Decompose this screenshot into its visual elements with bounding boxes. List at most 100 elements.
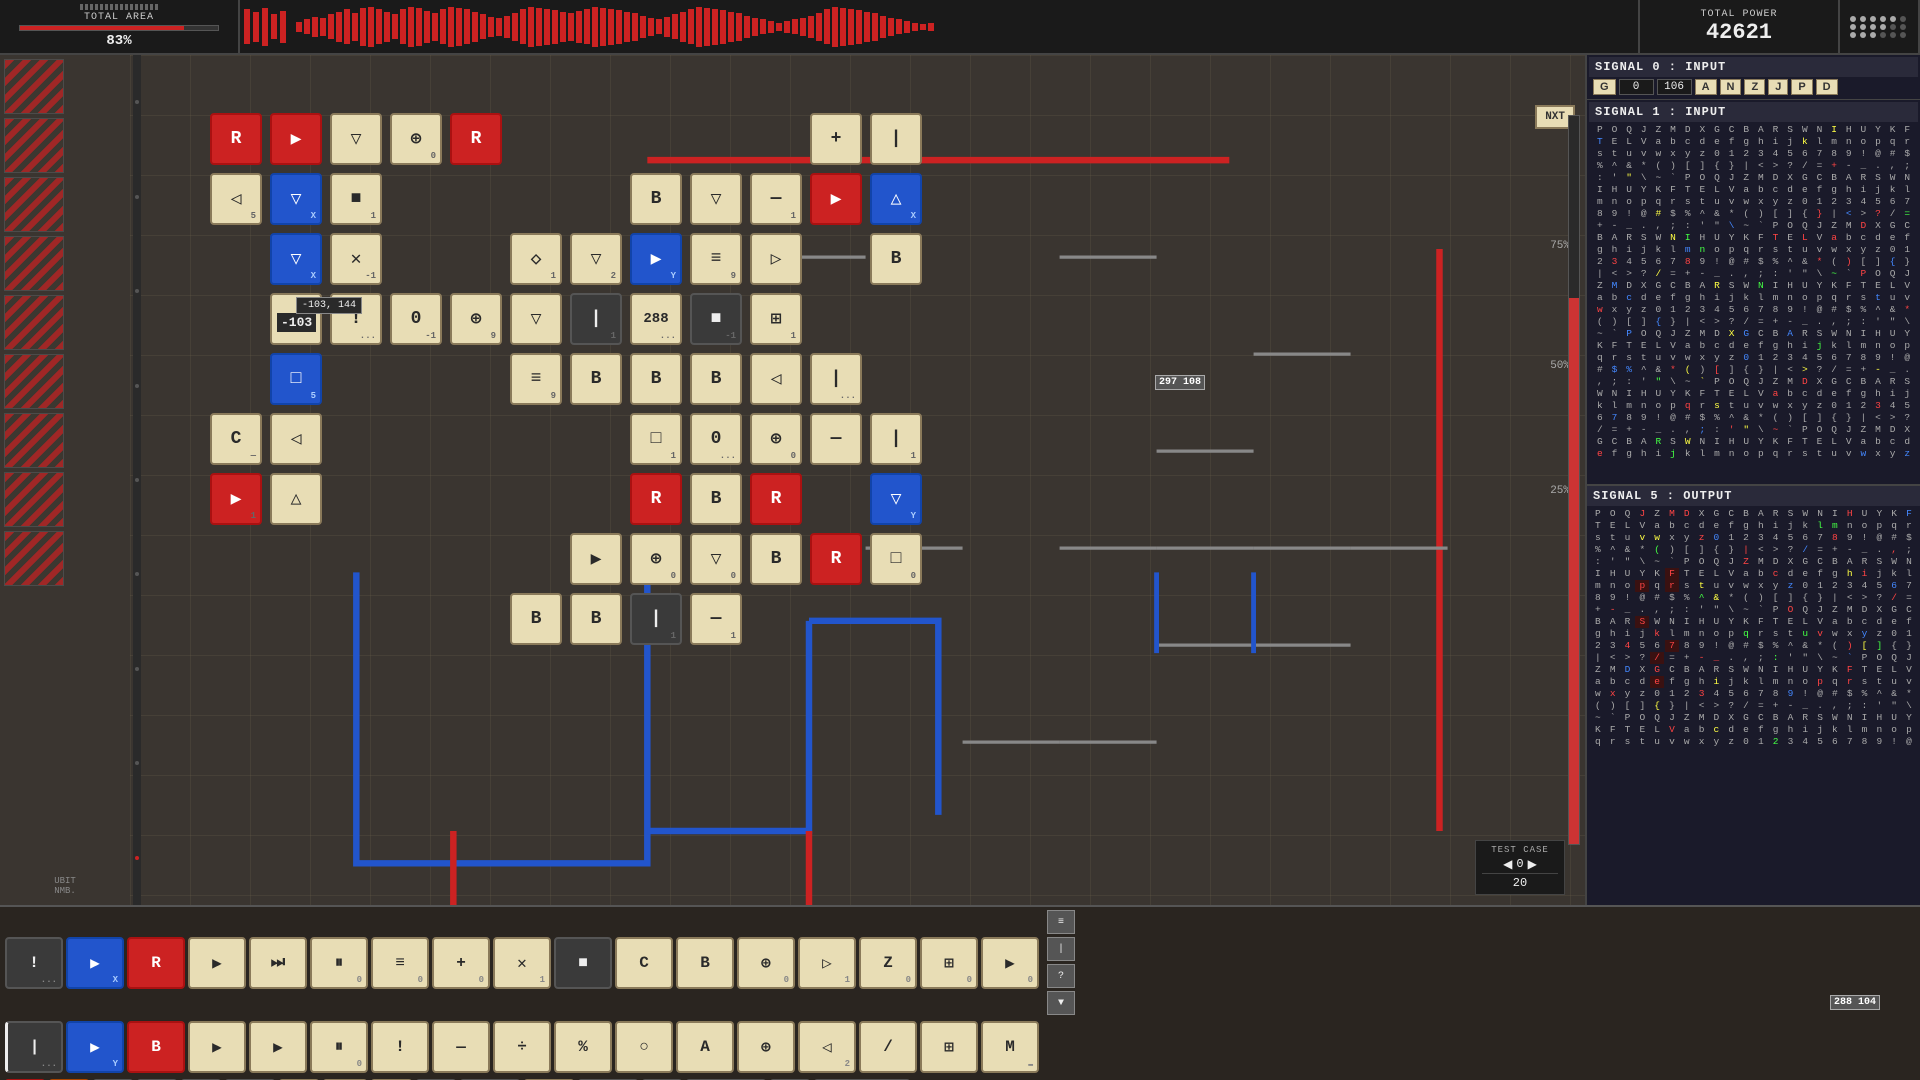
vert-slider[interactable] — [1568, 115, 1580, 845]
side-icon-2[interactable]: | — [1047, 937, 1075, 961]
comp-c-1[interactable]: C— — [210, 413, 262, 465]
comp-r-1[interactable]: R — [210, 113, 262, 165]
comp-diamond-1[interactable]: ◇1 — [510, 233, 562, 285]
comp-288[interactable]: 288... — [630, 293, 682, 345]
tool-play-blue-y[interactable]: ▶Y — [66, 1021, 124, 1073]
tool-div-1[interactable]: ÷ — [493, 1021, 551, 1073]
side-icon-3[interactable]: ? — [1047, 964, 1075, 988]
comp-play-red-1[interactable]: ▶ — [270, 113, 322, 165]
tool-pct-1[interactable]: % — [554, 1021, 612, 1073]
tool-square-dark[interactable]: ■ — [554, 937, 612, 989]
sig0-val1[interactable]: 0 — [1619, 79, 1654, 95]
tool-b-red[interactable]: B — [127, 1021, 185, 1073]
tool-play-3[interactable]: ▶ — [249, 1021, 307, 1073]
comp-bar-2[interactable]: |... — [810, 353, 862, 405]
sig0-p-btn[interactable]: P — [1791, 79, 1812, 95]
comp-b-7[interactable]: B — [750, 533, 802, 585]
comp-down-5[interactable]: ▽0 — [690, 533, 742, 585]
tool-circle-1[interactable]: ○ — [615, 1021, 673, 1073]
comp-plus-1[interactable]: ⊕0 — [390, 113, 442, 165]
comp-lines-1[interactable]: ≡9 — [510, 353, 562, 405]
tool-bar-dots[interactable]: |... — [5, 1021, 63, 1073]
tool-left-tri-1[interactable]: ◁2 — [798, 1021, 856, 1073]
comp-play-red-2[interactable]: ▶ — [810, 173, 862, 225]
comp-r-2[interactable]: R — [450, 113, 502, 165]
sig0-n-btn[interactable]: N — [1720, 79, 1742, 95]
comp-down-blue-1[interactable]: ▽X — [270, 173, 322, 225]
comp-minus-3[interactable]: —1 — [690, 593, 742, 645]
comp-grid-1[interactable]: ⊞1 — [750, 293, 802, 345]
tool-play-r-1[interactable]: ▶0 — [981, 937, 1039, 989]
comp-b-2[interactable]: B — [870, 233, 922, 285]
comp-r-5[interactable]: R — [810, 533, 862, 585]
comp-up-blue-1[interactable]: △X — [870, 173, 922, 225]
comp-up-1[interactable]: △ — [270, 473, 322, 525]
comp-down-blue-3[interactable]: ▽Y — [870, 473, 922, 525]
comp-down-2[interactable]: ▽ — [690, 173, 742, 225]
comp-b-8[interactable]: B — [510, 593, 562, 645]
comp-down-4[interactable]: ▽ — [510, 293, 562, 345]
comp-bar-dark-1[interactable]: |1 — [570, 293, 622, 345]
tool-excl-2[interactable]: ! — [371, 1021, 429, 1073]
comp-down-blue-2[interactable]: ▽X — [270, 233, 322, 285]
comp-arrow-left-1[interactable]: ◁5 — [210, 173, 262, 225]
tc-prev-btn[interactable]: ◀ — [1503, 857, 1512, 871]
tool-ff-1[interactable]: ⏭ — [249, 937, 307, 989]
comp-left-arr-1[interactable]: ◁ — [750, 353, 802, 405]
tool-plus-circ-1[interactable]: ⊕0 — [737, 937, 795, 989]
comp-r-3[interactable]: R — [630, 473, 682, 525]
comp-b-1[interactable]: B — [630, 173, 682, 225]
tool-grid-1[interactable]: ⊞0 — [920, 937, 978, 989]
comp-play-blue-1[interactable]: ▶Y — [630, 233, 682, 285]
comp-b-5[interactable]: B — [690, 353, 742, 405]
comp-square-blue-1[interactable]: □5 — [270, 353, 322, 405]
comp-plus-2[interactable]: + — [810, 113, 862, 165]
tool-plus-circ-2[interactable]: ⊕ — [737, 1021, 795, 1073]
comp-square-1[interactable]: ■1 — [330, 173, 382, 225]
tool-play-2[interactable]: ▶ — [188, 1021, 246, 1073]
comp-plus-circ-3[interactable]: ⊕0 — [630, 533, 682, 585]
tool-grid-2[interactable]: ⊞ — [920, 1021, 978, 1073]
tool-play-blue-x[interactable]: ▶X — [66, 937, 124, 989]
sig0-d-btn[interactable]: D — [1816, 79, 1838, 95]
tool-play-1[interactable]: ▶ — [188, 937, 246, 989]
sig0-val2[interactable]: 106 — [1657, 79, 1692, 95]
comp-play-8[interactable]: ▶ — [570, 533, 622, 585]
tool-z-1[interactable]: Z0 — [859, 937, 917, 989]
tool-excl-dots[interactable]: !... — [5, 937, 63, 989]
sig0-z-btn[interactable]: Z — [1744, 79, 1765, 95]
tool-lines-1[interactable]: ≡0 — [371, 937, 429, 989]
tool-r-1[interactable]: R — [127, 937, 185, 989]
comp-minus-2[interactable]: — — [810, 413, 862, 465]
tool-x-1[interactable]: ✕1 — [493, 937, 551, 989]
comp-right-arrow-1[interactable]: ▷ — [750, 233, 802, 285]
comp-x-1[interactable]: ✕-1 — [330, 233, 382, 285]
circuit-panel[interactable]: UBITNMB. — [0, 55, 1585, 905]
tool-c-1[interactable]: C — [615, 937, 673, 989]
comp-zero-2[interactable]: 0... — [690, 413, 742, 465]
comp-minus-1[interactable]: —1 — [750, 173, 802, 225]
comp-plus-circ-2[interactable]: ⊕0 — [750, 413, 802, 465]
tool-plus-1[interactable]: +0 — [432, 937, 490, 989]
tool-minus-1[interactable]: — — [432, 1021, 490, 1073]
sig0-a-btn[interactable]: A — [1695, 79, 1717, 95]
comp-b-6[interactable]: B — [690, 473, 742, 525]
comp-down-1[interactable]: ▽ — [330, 113, 382, 165]
comp-zero-1[interactable]: 0-1 — [390, 293, 442, 345]
comp-eq-1[interactable]: ≡9 — [690, 233, 742, 285]
tool-right-tri-1[interactable]: ▷1 — [798, 937, 856, 989]
tc-next-btn[interactable]: ▶ — [1528, 857, 1537, 871]
tool-pause-2[interactable]: ⏸0 — [310, 1021, 368, 1073]
comp-r-4[interactable]: R — [750, 473, 802, 525]
tool-a-1[interactable]: A — [676, 1021, 734, 1073]
sig0-j-btn[interactable]: J — [1768, 79, 1788, 95]
comp-bar-1[interactable]: | — [870, 113, 922, 165]
comp-b-3[interactable]: B — [570, 353, 622, 405]
comp-square-dark-1[interactable]: ■-1 — [690, 293, 742, 345]
comp-b-4[interactable]: B — [630, 353, 682, 405]
tool-m-1[interactable]: M▬ — [981, 1021, 1039, 1073]
tool-b-1[interactable]: B — [676, 937, 734, 989]
tool-pause-1[interactable]: ⏸0 — [310, 937, 368, 989]
comp-bar-3[interactable]: |1 — [870, 413, 922, 465]
comp-small-sq-1[interactable]: □1 — [630, 413, 682, 465]
